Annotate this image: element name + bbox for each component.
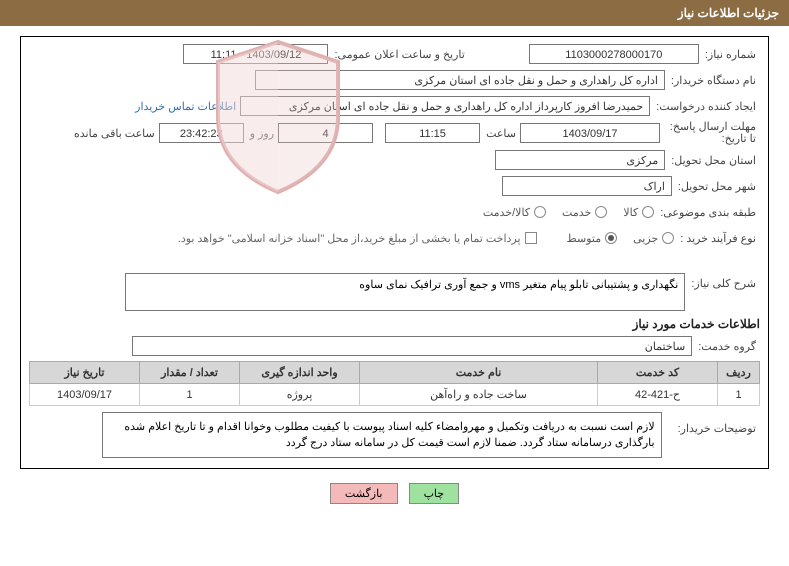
need-desc-field: نگهداری و پشتیبانی تابلو پیام متغیر vms … xyxy=(125,273,685,311)
class-radio-kala[interactable]: کالا xyxy=(623,206,654,219)
print-button[interactable]: چاپ xyxy=(409,483,460,504)
cell-row: 1 xyxy=(718,384,760,406)
cell-qty: 1 xyxy=(140,384,240,406)
cell-date: 1403/09/17 xyxy=(30,384,140,406)
process-radio-medium[interactable]: متوسط xyxy=(567,232,618,245)
th-qty: تعداد / مقدار xyxy=(140,362,240,384)
class-radio-both-label: کالا/خدمت xyxy=(483,206,530,219)
service-group-label: گروه خدمت: xyxy=(692,340,760,353)
deadline-date-field: 1403/09/17 xyxy=(520,123,660,143)
time-word: ساعت xyxy=(480,127,520,140)
table-row: 1 ح-421-42 ساخت جاده و راه‌آهن پروژه 1 1… xyxy=(30,384,760,406)
buyer-org-label: نام دستگاه خریدار: xyxy=(665,74,760,87)
deliver-province-field: مرکزی xyxy=(495,150,665,170)
buyer-notes-label: توضیحات خریدار: xyxy=(672,412,760,435)
process-radio-medium-label: متوسط xyxy=(567,232,602,245)
watermark-shield-icon xyxy=(208,37,348,200)
deadline-label: مهلت ارسال پاسخ: تا تاریخ: xyxy=(660,121,760,145)
table-header-row: ردیف کد خدمت نام خدمت واحد اندازه گیری ت… xyxy=(30,362,760,384)
treasury-checkbox[interactable] xyxy=(525,232,537,244)
form-panel: AriaTender.net شماره نیاز: 1103000278000… xyxy=(20,36,769,469)
class-radio-kala-label: کالا xyxy=(623,206,638,219)
deliver-province-label: استان محل تحویل: xyxy=(665,154,760,167)
treasury-note-label: پرداخت تمام یا بخشی از مبلغ خرید،از محل … xyxy=(172,232,525,245)
subject-class-group: کالا خدمت کالا/خدمت xyxy=(483,206,654,219)
th-name: نام خدمت xyxy=(360,362,598,384)
process-radio-minor[interactable]: جزیی xyxy=(633,232,674,245)
services-table: ردیف کد خدمت نام خدمت واحد اندازه گیری ت… xyxy=(29,361,760,406)
buyer-notes-field: لازم است نسبت به دریافت وتکمیل و مهروامض… xyxy=(102,412,662,458)
class-radio-khedmat[interactable]: خدمت xyxy=(562,206,607,219)
deadline-time-field: 11:15 xyxy=(385,123,480,143)
class-radio-both[interactable]: کالا/خدمت xyxy=(483,206,546,219)
th-row: ردیف xyxy=(718,362,760,384)
subject-class-label: طبقه بندی موضوعی: xyxy=(654,206,760,219)
page-title-bar: جزئیات اطلاعات نیاز xyxy=(0,0,789,26)
need-no-label: شماره نیاز: xyxy=(699,48,760,61)
need-no-field: 1103000278000170 xyxy=(529,44,699,64)
process-radio-minor-label: جزیی xyxy=(633,232,658,245)
th-code: کد خدمت xyxy=(598,362,718,384)
remaining-label: ساعت باقی مانده xyxy=(68,127,159,140)
deliver-city-label: شهر محل تحویل: xyxy=(672,180,760,193)
th-date: تاریخ نیاز xyxy=(30,362,140,384)
need-desc-label: شرح کلی نیاز: xyxy=(685,273,760,290)
cell-unit: پروژه xyxy=(240,384,360,406)
back-button[interactable]: بازگشت xyxy=(330,483,398,504)
requester-label: ایجاد کننده درخواست: xyxy=(650,100,760,113)
announce-dt-label: تاریخ و ساعت اعلان عمومی: xyxy=(328,48,468,61)
cell-code: ح-421-42 xyxy=(598,384,718,406)
services-header: اطلاعات خدمات مورد نیاز xyxy=(29,317,760,331)
th-unit: واحد اندازه گیری xyxy=(240,362,360,384)
service-group-field: ساختمان xyxy=(132,336,692,356)
deliver-city-field: اراک xyxy=(502,176,672,196)
process-label: نوع فرآیند خرید : xyxy=(674,232,760,245)
process-group: جزیی متوسط xyxy=(567,232,675,245)
cell-name: ساخت جاده و راه‌آهن xyxy=(360,384,598,406)
class-radio-khedmat-label: خدمت xyxy=(562,206,591,219)
button-row: چاپ بازگشت xyxy=(0,477,789,508)
